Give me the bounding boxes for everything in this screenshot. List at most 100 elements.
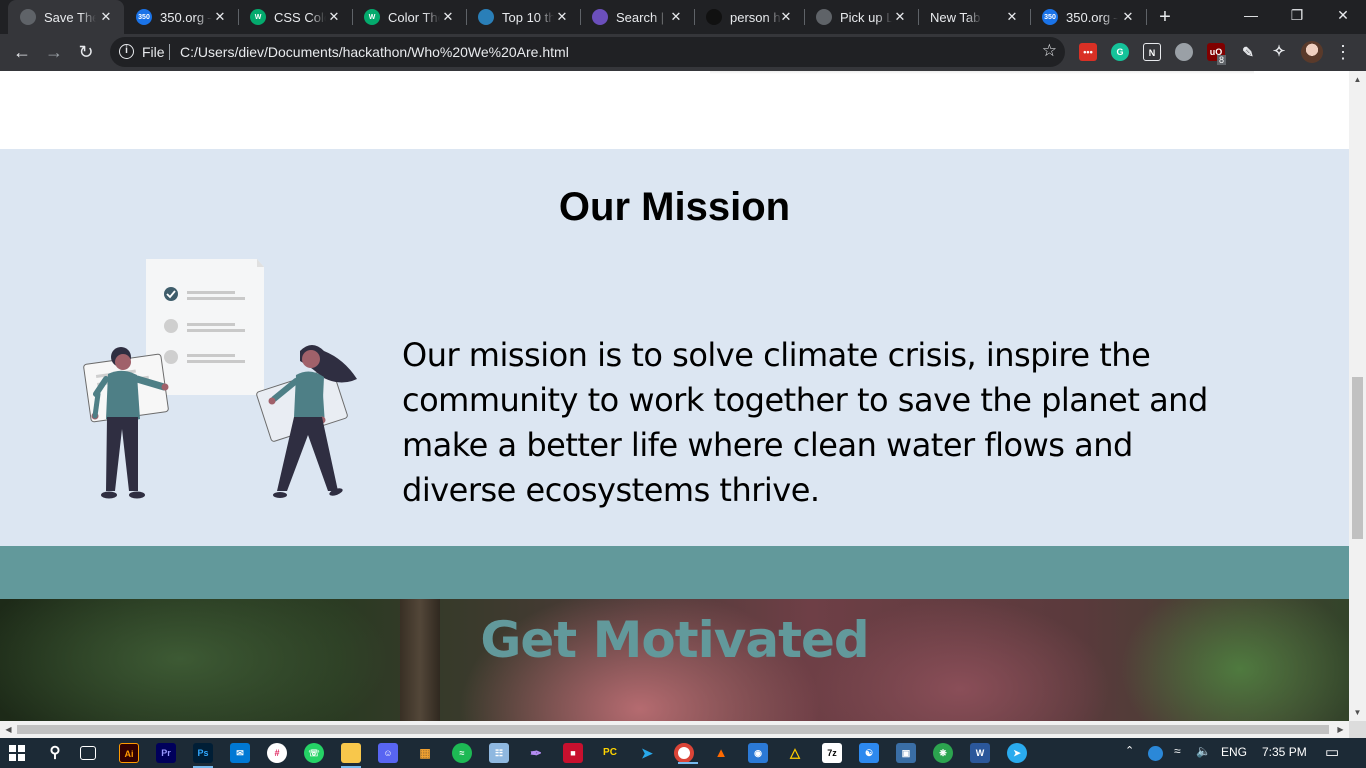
feather-icon[interactable]: ✒ — [526, 743, 546, 763]
python-icon[interactable]: ☯ — [859, 743, 879, 763]
browser-tab[interactable]: Top 10 th ✕ — [466, 0, 581, 34]
premiere-icon[interactable]: Pr — [156, 743, 176, 763]
address-bar[interactable]: i File C:/Users/diev/Documents/hackathon… — [110, 37, 1065, 67]
close-tab-icon[interactable]: ✕ — [778, 9, 794, 25]
slack-icon[interactable]: # — [267, 743, 287, 763]
tab-title: CSS Colo — [274, 9, 326, 25]
search-icon[interactable]: ⚲ — [45, 743, 65, 763]
close-tab-icon[interactable]: ✕ — [668, 9, 684, 25]
windows-taskbar: ⚲ Ai Pr Ps ✉ # ☏ ☺ ▦ ≈ ☷ ✒ ■ PC ➤ ▲ ◉ △ … — [0, 738, 1366, 768]
image-viewer-icon[interactable]: ▣ — [896, 743, 916, 763]
browser-tab[interactable]: W CSS Colo ✕ — [238, 0, 353, 34]
tab-title: Top 10 th — [502, 9, 554, 25]
close-window-button[interactable]: ✕ — [1320, 0, 1366, 32]
spotify-icon[interactable]: ≈ — [452, 743, 472, 763]
url-text[interactable]: C:/Users/diev/Documents/hackathon/Who%20… — [180, 44, 569, 60]
word-icon[interactable]: W — [970, 743, 990, 763]
close-tab-icon[interactable]: ✕ — [212, 9, 228, 25]
get-motivated-heading: Get Motivated — [480, 611, 869, 669]
browser-tab[interactable]: Save The ✕ — [8, 0, 124, 34]
scroll-down-arrow-icon[interactable]: ▼ — [1349, 704, 1366, 721]
lastpass-icon[interactable]: ••• — [1079, 43, 1097, 61]
close-tab-icon[interactable]: ✕ — [440, 9, 456, 25]
notion-icon[interactable]: N — [1143, 43, 1161, 61]
close-tab-icon[interactable]: ✕ — [554, 9, 570, 25]
chrome-icon[interactable] — [674, 743, 698, 764]
puzzle-extensions-icon[interactable]: ✧ — [1270, 43, 1288, 61]
grammarly-icon[interactable]: G — [1111, 43, 1129, 61]
pc-app-icon[interactable]: PC — [600, 743, 620, 763]
browser-menu-icon[interactable]: ⋮ — [1334, 38, 1352, 66]
screenshot-app-icon[interactable]: ◉ — [748, 743, 768, 763]
whatsapp-icon[interactable]: ☏ — [304, 743, 324, 763]
back-arrow-icon[interactable]: ← — [8, 38, 36, 66]
close-tab-icon[interactable]: ✕ — [1004, 9, 1020, 25]
profile-avatar[interactable] — [1301, 41, 1323, 63]
url-divider — [169, 44, 170, 60]
language-indicator[interactable]: ENG — [1221, 745, 1247, 759]
eyedropper-icon[interactable]: ✎ — [1239, 43, 1257, 61]
notification-icon[interactable]: ▭ — [1325, 743, 1339, 761]
close-tab-icon[interactable]: ✕ — [326, 9, 342, 25]
reload-icon[interactable]: ↻ — [72, 38, 100, 66]
scroll-left-arrow-icon[interactable]: ◀ — [0, 721, 17, 738]
book-app-icon[interactable]: ■ — [563, 743, 583, 763]
mail-icon[interactable]: ✉ — [230, 743, 250, 763]
scroll-right-arrow-icon[interactable]: ▶ — [1332, 721, 1349, 738]
tab-title: person h — [730, 9, 781, 25]
browser-tab[interactable]: 350 350.org – ✕ — [124, 0, 239, 34]
browser-tab[interactable]: W Color The ✕ — [352, 0, 467, 34]
file-explorer-icon[interactable] — [341, 743, 361, 768]
clock-time[interactable]: 7:35 PM — [1262, 745, 1307, 759]
close-tab-icon[interactable]: ✕ — [1120, 9, 1136, 25]
app-gear-icon[interactable]: ❋ — [933, 743, 953, 763]
illustrator-icon[interactable]: Ai — [119, 743, 139, 763]
calculator-icon[interactable]: ☷ — [489, 743, 509, 763]
tab-title: New Tab — [930, 9, 981, 25]
telegram-icon[interactable]: ➤ — [1007, 743, 1027, 763]
vertical-scroll-thumb[interactable] — [1352, 377, 1363, 539]
350-icon: 350 — [1042, 9, 1058, 25]
horizontal-scroll-thumb[interactable] — [17, 725, 1329, 734]
discord-icon[interactable]: ☺ — [378, 743, 398, 763]
tray-app-icon[interactable] — [1148, 746, 1163, 761]
vlc-icon[interactable]: ▲ — [711, 743, 731, 763]
restore-button[interactable]: ❐ — [1274, 0, 1320, 32]
new-tab-button[interactable]: + — [1154, 6, 1176, 28]
warning-app-icon[interactable]: △ — [785, 743, 805, 763]
browser-tab[interactable]: 350 350.org – ✕ — [1030, 0, 1147, 34]
previous-section — [0, 71, 1349, 149]
scrollbar-corner — [1349, 721, 1366, 738]
search-site-icon — [592, 9, 608, 25]
scroll-up-arrow-icon[interactable]: ▲ — [1349, 71, 1366, 88]
extension-icon[interactable] — [1175, 43, 1193, 61]
tray-chevron-icon[interactable]: ⌃ — [1125, 744, 1134, 757]
bookmark-star-icon[interactable]: ☆ — [1042, 41, 1057, 61]
woman-figure-icon — [256, 345, 357, 498]
page-viewport: Our Mission Our mission is to solve clim… — [0, 71, 1349, 721]
7zip-icon[interactable]: 7z — [822, 743, 842, 763]
site-info-icon[interactable]: i — [119, 44, 134, 59]
books-icon[interactable]: ▦ — [415, 743, 435, 763]
volume-icon[interactable]: 🔈 — [1196, 744, 1211, 758]
close-tab-icon[interactable]: ✕ — [98, 9, 114, 25]
browser-tab[interactable]: Search | ✕ — [580, 0, 695, 34]
forward-arrow-icon[interactable]: → — [40, 38, 68, 66]
minimize-button[interactable]: — — [1228, 0, 1274, 32]
task-view-icon[interactable] — [80, 746, 96, 760]
close-tab-icon[interactable]: ✕ — [892, 9, 908, 25]
windows-start-icon[interactable] — [9, 745, 25, 761]
browser-tab[interactable]: person h ✕ — [694, 0, 805, 34]
350-icon: 350 — [136, 9, 152, 25]
telegram-arrow-icon[interactable]: ➤ — [637, 743, 657, 763]
wifi-icon[interactable]: ≈ — [1174, 744, 1181, 758]
globe-icon — [816, 9, 832, 25]
browser-tab[interactable]: New Tab ✕ — [918, 0, 1031, 34]
url-scheme: File — [142, 44, 165, 60]
photoshop-icon[interactable]: Ps — [193, 743, 213, 768]
horizontal-scrollbar[interactable]: ◀ ▶ — [0, 721, 1349, 738]
browser-tab[interactable]: Pick up L ✕ — [804, 0, 919, 34]
get-motivated-section: Get Motivated — [0, 599, 1349, 721]
mission-section: Our Mission Our mission is to solve clim… — [0, 149, 1349, 546]
vertical-scrollbar[interactable]: ▲ ▼ — [1349, 71, 1366, 721]
